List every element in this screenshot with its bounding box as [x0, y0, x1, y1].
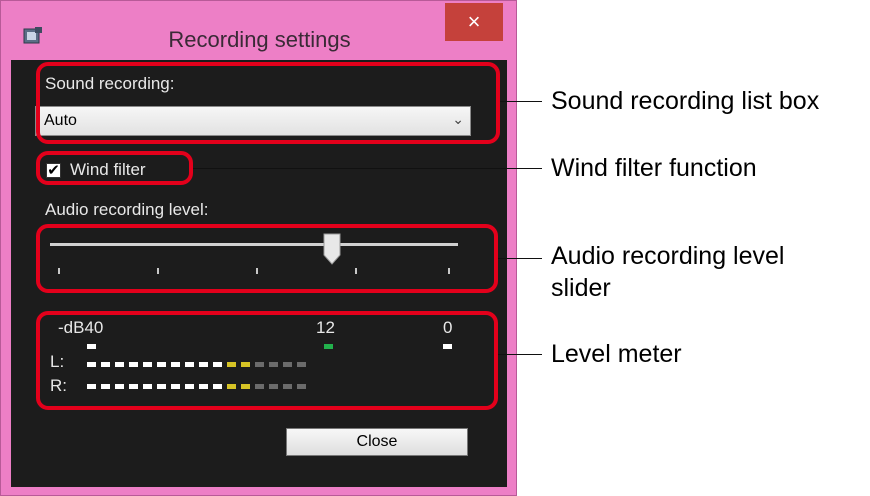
close-icon[interactable]: ×: [445, 3, 503, 41]
audio-level-label: Audio recording level:: [45, 200, 209, 219]
leader-line: [500, 101, 542, 102]
callout-level-meter: Level meter: [551, 340, 682, 368]
highlight-level-meter: [36, 311, 498, 410]
close-button[interactable]: Close: [286, 428, 468, 456]
leader-line: [498, 354, 542, 355]
title-bar[interactable]: Recording settings ×: [1, 1, 516, 59]
leader-line: [193, 168, 542, 169]
highlight-wind-filter: [36, 151, 193, 185]
highlight-level-slider: [36, 224, 498, 293]
leader-line: [498, 258, 542, 259]
highlight-sound-recording: [36, 62, 500, 144]
window-title: Recording settings: [168, 27, 351, 52]
callout-wind-filter: Wind filter function: [551, 154, 757, 182]
callout-level-slider: Audio recording level: [551, 242, 785, 270]
callout-level-slider-line2: slider: [551, 274, 611, 302]
callout-sound-recording: Sound recording list box: [551, 87, 820, 115]
